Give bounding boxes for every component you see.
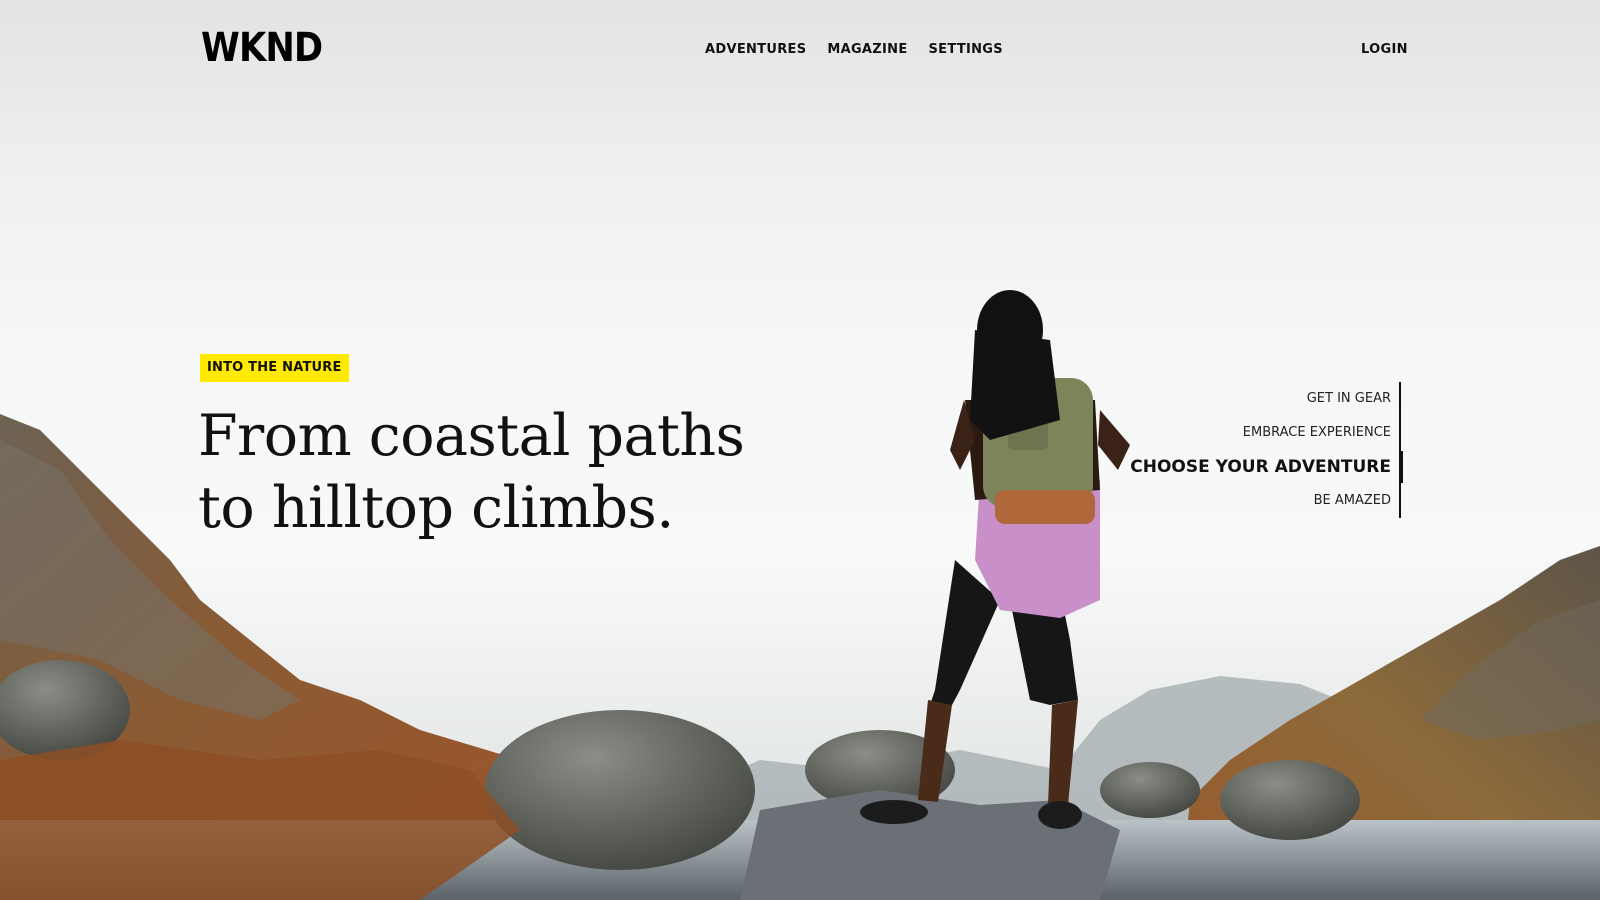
carousel-indicator-embrace-experience[interactable]: EMBRACE EXPERIENCE (1130, 416, 1391, 450)
hero-headline: From coastal paths to hilltop climbs. (198, 400, 758, 544)
wknd-logo[interactable]: WKND (201, 26, 323, 70)
carousel-indicator-get-in-gear[interactable]: GET IN GEAR (1130, 382, 1391, 416)
nav-adventures[interactable]: ADVENTURES (705, 41, 806, 59)
carousel-indicator-choose-your-adventure[interactable]: CHOOSE YOUR ADVENTURE (1130, 450, 1403, 484)
nav-settings[interactable]: SETTINGS (929, 41, 1003, 59)
main-nav: ADVENTURES MAGAZINE SETTINGS (705, 41, 1003, 59)
hero-category-badge: INTO THE NATURE (200, 354, 349, 382)
login-link[interactable]: LOGIN (1361, 41, 1408, 59)
hero-section: WKND ADVENTURES MAGAZINE SETTINGS LOGIN … (0, 0, 1600, 900)
hero-headline-line-2: to hilltop climbs. (198, 475, 674, 541)
carousel-indicators: GET IN GEAR EMBRACE EXPERIENCE CHOOSE YO… (1130, 382, 1403, 518)
hero-headline-line-1: From coastal paths (198, 403, 745, 469)
nav-magazine[interactable]: MAGAZINE (827, 41, 907, 59)
carousel-indicator-be-amazed[interactable]: BE AMAZED (1130, 484, 1391, 518)
